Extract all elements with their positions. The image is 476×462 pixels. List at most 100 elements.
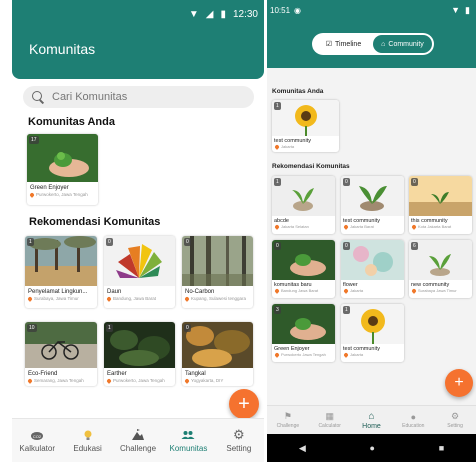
nav-item-home[interactable]: ⌂ Home <box>351 406 393 434</box>
community-name: Eco-Friend <box>28 371 58 377</box>
member-count-badge: 0 <box>106 238 113 246</box>
community-card[interactable]: 1 test community Jakarta <box>272 100 339 152</box>
seedling-image <box>272 176 335 216</box>
location-pin-icon <box>274 224 280 230</box>
tab-community[interactable]: ⌂ Community <box>373 35 432 53</box>
nav-item-challenge[interactable]: Challenge <box>113 419 163 462</box>
member-count-badge: 10 <box>27 324 37 332</box>
member-count-badge: 0 <box>343 242 350 250</box>
lightbulb-icon: ● <box>410 411 416 422</box>
flower-image <box>341 240 404 280</box>
location-pin-icon <box>343 352 349 358</box>
home-button-icon[interactable]: ● <box>370 443 375 453</box>
community-card[interactable]: 10 Eco-Friend Semarang, Jawa Tengah <box>25 322 97 386</box>
view-toggle: ☑ Timeline ⌂ Community <box>312 33 434 55</box>
member-count-badge: 6 <box>411 242 418 250</box>
community-location: Jakarta <box>341 352 404 359</box>
edit-icon: ☑ <box>325 41 333 48</box>
recommended-communities-title: Rekomendasi Komunitas <box>272 163 350 170</box>
status-bar: ▼ ◢ ▮ 12:30 <box>189 10 258 20</box>
mountain-flag-icon <box>131 428 145 441</box>
community-card[interactable]: 0 Daun Bandung, Jawa Barat <box>104 236 175 308</box>
community-card[interactable]: 0 this community Kota Jakarta Barat <box>409 176 472 234</box>
right-screen: 10:51 ◉ ▼ ▮ ☑ Timeline ⌂ Community Komunit… <box>267 0 476 462</box>
community-card[interactable]: 17 Green Enjoyer Purwokerto, Jawa Tengah <box>27 134 98 205</box>
community-name: No-Carbon <box>185 289 215 295</box>
location-pin-icon <box>274 288 280 294</box>
community-card[interactable]: 0 komunitas baru Bandung Jawa Barat <box>272 240 335 298</box>
location-pin-icon <box>343 224 349 230</box>
my-communities-title: Komunitas Anda <box>272 88 324 95</box>
community-card[interactable]: 0 test community Jakarta Barat <box>341 176 404 234</box>
location-pin-icon <box>27 296 33 302</box>
search-input[interactable] <box>52 91 232 103</box>
community-name: test community <box>274 138 311 144</box>
community-location: Bandung Jawa Barat <box>272 288 335 295</box>
community-location: Jakarta <box>341 288 404 295</box>
community-card[interactable]: 0 Tangkal Yogyakarta, DIY <box>182 322 253 386</box>
system-nav-bar: ◀ ● ■ <box>267 434 476 462</box>
co2-icon: CO2 <box>30 429 44 441</box>
add-community-button[interactable]: + <box>445 369 473 397</box>
community-name: flower <box>343 282 358 288</box>
nav-item-challenge[interactable]: ⚑ Challenge <box>267 406 309 434</box>
recommended-communities-title: Rekomendasi Komunitas <box>29 216 161 228</box>
recents-icon[interactable]: ■ <box>439 443 444 453</box>
community-name: Penyelamat Lingkun... <box>28 289 88 295</box>
community-location: Purwokerto, Jawa Tengah <box>27 192 98 199</box>
community-location: Semarang, Jawa Tengah <box>25 378 97 385</box>
back-icon[interactable]: ◀ <box>299 443 306 454</box>
community-location: Purwokerto Jawa Tengah <box>272 352 335 359</box>
dark-foliage-image <box>104 322 175 368</box>
autumn-foliage-image <box>182 322 253 368</box>
community-name: this community <box>411 218 448 224</box>
nav-item-setting[interactable]: ⚙ Setting <box>434 406 476 434</box>
forest-image <box>25 236 97 286</box>
bottom-nav: CO2 Kalkulator Edukasi Challenge Komunit… <box>12 418 264 462</box>
hands-plant-image <box>272 304 335 344</box>
location-pin-icon <box>29 192 35 198</box>
nav-item-education[interactable]: ● Education <box>392 406 434 434</box>
member-count-badge: 1 <box>343 306 350 314</box>
community-card[interactable]: 0 flower Jakarta <box>341 240 404 298</box>
community-name: Earther <box>107 371 127 377</box>
tab-timeline[interactable]: ☑ Timeline <box>314 35 373 53</box>
community-card[interactable]: 1 Earther Purwokerto, Jawa Tengah <box>104 322 175 386</box>
community-card[interactable]: 1 Penyelamat Lingkun... Surabaya, Jawa T… <box>25 236 97 308</box>
gear-icon: ⚙ <box>451 411 460 421</box>
community-name: new community <box>411 282 450 288</box>
nav-item-calculator[interactable]: ▦ Calculator <box>309 406 351 434</box>
community-card[interactable]: 1 abcde Jakarta Selatan <box>272 176 335 234</box>
status-time: 10:51 <box>270 6 291 15</box>
hands-plant-image <box>272 240 335 280</box>
community-card[interactable]: 0 No-Carbon Kupang, Sulawesi tenggara <box>182 236 253 308</box>
community-name: abcde <box>274 218 289 224</box>
member-count-badge: 0 <box>274 242 281 250</box>
nav-item-setting[interactable]: ⚙ Setting <box>214 419 264 462</box>
add-community-button[interactable]: + <box>229 389 259 419</box>
wifi-icon: ▼ <box>451 5 461 15</box>
location-pin-icon <box>411 288 417 294</box>
community-card[interactable]: 3 Green Enjoyer Purwokerto Jawa Tengah <box>272 304 335 362</box>
nav-item-kalkulator[interactable]: CO2 Kalkulator <box>12 419 62 462</box>
flag-icon: ⚑ <box>283 411 292 421</box>
wifi-icon: ▼ <box>188 9 199 20</box>
nav-item-komunitas[interactable]: Komunitas <box>163 419 213 462</box>
nav-item-edukasi[interactable]: Edukasi <box>62 419 112 462</box>
svg-text:CO2: CO2 <box>33 434 42 439</box>
sunflower-image <box>272 100 339 136</box>
search-icon <box>32 91 44 103</box>
autumn-leaves-image <box>104 236 175 286</box>
community-location: Yogyakarta, DIY <box>182 378 253 385</box>
member-count-badge: 1 <box>274 178 281 186</box>
community-name: Tangkal <box>185 371 206 377</box>
community-card[interactable]: 1 test community Jakarta <box>341 304 404 362</box>
community-card[interactable]: 6 new community Surabaya Jawa Timur <box>409 240 472 298</box>
search-bar[interactable] <box>23 86 254 108</box>
status-bar: 10:51 ◉ <box>270 6 301 15</box>
community-location: Kota Jakarta Barat <box>409 224 472 231</box>
sunflower-image <box>341 304 404 344</box>
misty-forest-image <box>182 236 253 286</box>
community-location: Bandung, Jawa Barat <box>104 296 175 303</box>
signal-icon: ◢ <box>205 9 214 20</box>
